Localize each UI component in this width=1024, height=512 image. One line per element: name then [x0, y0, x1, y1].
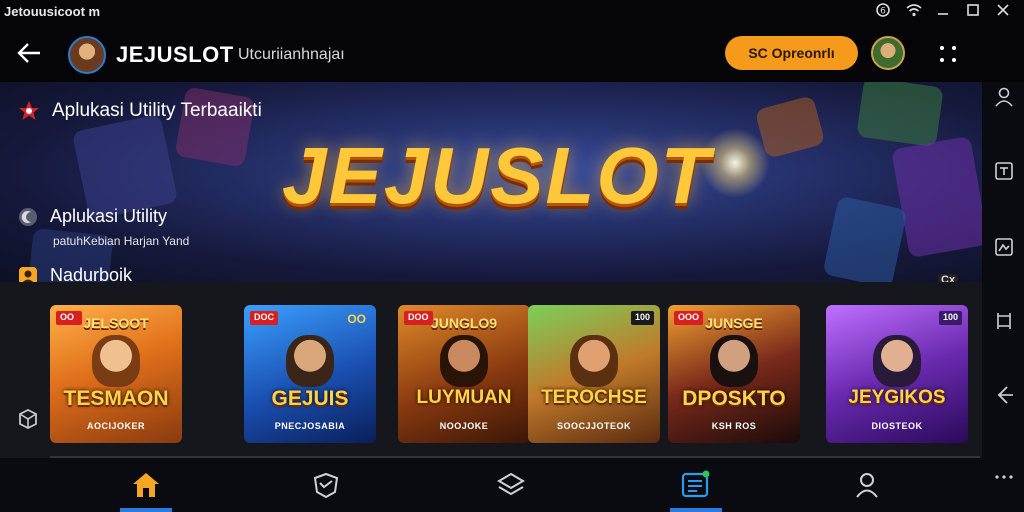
open-button[interactable]: SC Opreonrlı	[725, 36, 858, 70]
image-icon[interactable]	[993, 236, 1015, 258]
profile-icon[interactable]	[852, 470, 882, 500]
chevron-left-icon[interactable]	[993, 384, 1015, 406]
feature-sublabel: patuhKebian Harjan Yand	[53, 234, 190, 248]
game-top-label: JELSOOT	[83, 315, 149, 331]
app-avatar[interactable]	[68, 36, 106, 74]
game-character	[873, 335, 921, 387]
game-title: JEYGIKOS	[848, 387, 946, 408]
game-title: TESMAON	[63, 387, 169, 410]
news-icon[interactable]	[680, 470, 710, 500]
game-subtitle: NOOJOKE	[439, 421, 489, 431]
network-icon: 6	[876, 3, 890, 17]
game-badge-secondary: 100	[630, 311, 654, 325]
game-title: DPOSKTO	[682, 387, 786, 410]
app-subtitle: Utcuriianhnajaı	[238, 46, 345, 63]
right-toolbar	[982, 82, 1024, 512]
game-subtitle: AOCIJOKER	[86, 421, 145, 431]
star-badge-icon	[19, 101, 39, 120]
game-card[interactable]: OO JELSOOT TESMAON AOCIJOKER	[50, 305, 182, 443]
game-title: TEROCHSE	[541, 387, 647, 408]
decor-tile	[856, 82, 944, 148]
feature-row-best[interactable]: Aplukasi Utility Terbaaikti	[18, 100, 262, 122]
decor-tile	[71, 113, 179, 221]
app-name: JEJUSLOT	[116, 42, 234, 67]
game-subtitle: PNECJOSABIA	[274, 421, 346, 431]
game-character	[286, 335, 334, 387]
wifi-icon	[906, 3, 922, 17]
game-badge-secondary: OO	[347, 312, 366, 326]
status-bar: Jetouusicoot m 6	[0, 0, 1024, 26]
decor-tile	[174, 86, 256, 168]
game-title: GEJUIS	[271, 387, 349, 410]
game-character	[440, 335, 488, 387]
game-badge: DOC	[250, 311, 278, 325]
banner-logo: JEJUSLOT	[282, 131, 712, 220]
layers-icon[interactable]	[496, 470, 526, 500]
cube-icon[interactable]	[18, 408, 38, 430]
game-card[interactable]: 100 JEYGIKOS DIOSTEOK	[826, 305, 968, 443]
user-avatar[interactable]	[871, 36, 905, 70]
close-icon[interactable]	[996, 3, 1010, 17]
nav-active-indicator	[670, 508, 722, 512]
feature-row-utility[interactable]: Aplukasi Utility	[18, 206, 167, 227]
window-title: Jetouusicoot m	[4, 4, 101, 19]
back-button[interactable]	[12, 38, 46, 68]
window-controls: 6	[876, 3, 1010, 17]
game-subtitle: KSH ROS	[711, 421, 757, 431]
game-badge-secondary: 100	[938, 311, 962, 325]
game-card[interactable]: OOO JUNSGE DPOSKTO KSH ROS	[668, 305, 800, 443]
game-character	[710, 335, 758, 387]
game-card[interactable]: DOO JUNGLO9 LUYMUAN NOOJOKE	[398, 305, 530, 443]
game-card[interactable]: 100 TEROCHSE SOOCJJOTEOK	[528, 305, 660, 443]
bookmark-icon[interactable]	[993, 160, 1015, 182]
app-header: JEJUSLOT Utcuriianhnajaı SC Opreonrlı	[0, 26, 1024, 82]
decor-tile	[891, 135, 982, 259]
arrow-left-icon	[17, 43, 40, 63]
game-title: LUYMUAN	[416, 387, 512, 408]
nav-active-indicator	[120, 508, 172, 512]
minimize-icon[interactable]	[936, 3, 950, 17]
game-subtitle: SOOCJJOTEOK	[556, 421, 631, 431]
crop-icon[interactable]	[993, 310, 1015, 332]
more-options-button[interactable]	[934, 40, 962, 68]
user-icon[interactable]	[993, 86, 1015, 108]
more-horizontal-icon[interactable]	[993, 466, 1015, 488]
moon-icon	[19, 207, 37, 226]
game-subtitle: DIOSTEOK	[871, 421, 923, 431]
game-top-label: JUNSGE	[705, 315, 763, 331]
maximize-icon[interactable]	[966, 3, 980, 17]
game-top-label: JUNGLO9	[430, 315, 498, 331]
game-character	[92, 335, 140, 387]
feature-label: Aplukasi Utility	[50, 206, 168, 226]
shield-icon[interactable]	[311, 470, 341, 500]
game-character	[570, 335, 618, 387]
svg-text:6: 6	[880, 7, 886, 17]
game-card[interactable]: DOC OO GEJUIS PNECJOSABIA	[244, 305, 376, 443]
home-icon[interactable]	[131, 470, 161, 500]
bottom-navigation	[0, 458, 982, 512]
decor-tile	[822, 195, 908, 282]
feature-label: Aplukasi Utility Terbaaikti	[52, 100, 262, 121]
